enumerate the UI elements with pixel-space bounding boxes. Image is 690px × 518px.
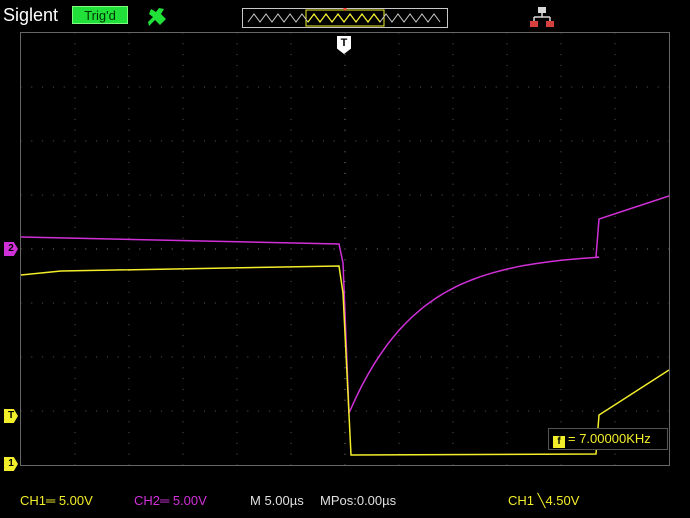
- probe-icon: [148, 8, 166, 26]
- memory-depth-icon: [242, 8, 448, 28]
- top-bar: Siglent Trig'd: [0, 0, 690, 34]
- frequency-value: = 7.00000KHz: [568, 431, 651, 446]
- ch1-offset-marker[interactable]: 1: [4, 457, 18, 471]
- horizontal-position[interactable]: MPos:0.00µs: [320, 493, 396, 508]
- waveform-canvas: [21, 33, 669, 465]
- trigger-level-marker[interactable]: T: [4, 409, 18, 423]
- ch1-scale[interactable]: CH1═ 5.00V: [20, 493, 93, 508]
- network-icon: [530, 7, 554, 27]
- ch2-scale[interactable]: CH2═ 5.00V: [134, 493, 207, 508]
- graticule: [21, 33, 669, 465]
- waveform-display[interactable]: [20, 32, 670, 466]
- frequency-readout: f = 7.00000KHz: [548, 428, 668, 450]
- trigger-status-badge: Trig'd: [72, 6, 128, 24]
- ch2-trace: [21, 195, 669, 414]
- ch2-offset-marker[interactable]: 2: [4, 242, 18, 256]
- frequency-icon: f: [553, 436, 565, 448]
- timebase[interactable]: M 5.00µs: [250, 493, 304, 508]
- status-bar: CH1═ 5.00V CH2═ 5.00V M 5.00µs MPos:0.00…: [0, 486, 690, 518]
- brand-label: Siglent: [3, 5, 59, 25]
- trigger-setting[interactable]: CH1 ╲4.50V: [508, 493, 579, 509]
